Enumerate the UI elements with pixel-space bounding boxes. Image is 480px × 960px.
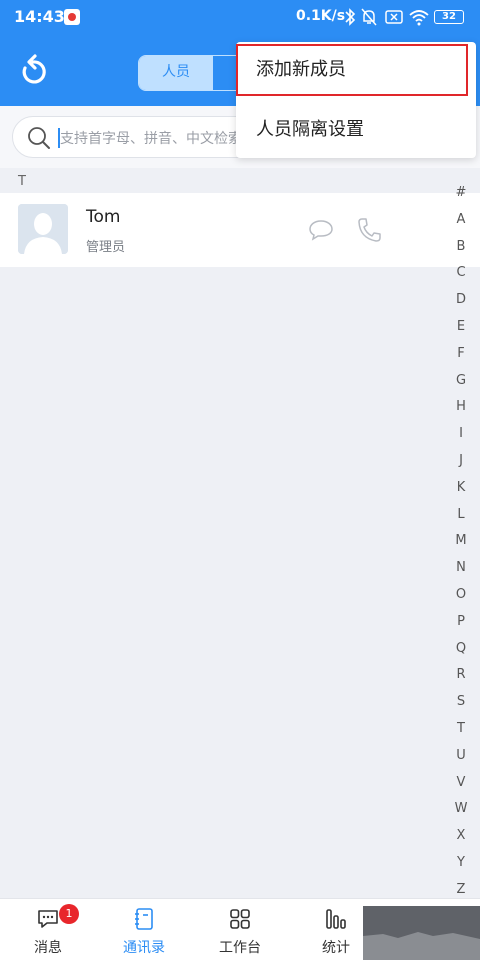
chat-bubble-icon[interactable] bbox=[308, 218, 334, 242]
grid-icon bbox=[230, 909, 250, 929]
index-letter[interactable]: W bbox=[448, 796, 474, 823]
index-letter[interactable]: J bbox=[448, 448, 474, 475]
index-letter[interactable]: G bbox=[448, 368, 474, 395]
contact-role: 管理员 bbox=[86, 240, 126, 255]
mute-bell-icon bbox=[361, 8, 377, 26]
view-segment-control: 人员 bbox=[138, 55, 248, 91]
nav-workbench[interactable]: 工作台 bbox=[195, 899, 285, 960]
user-placeholder-icon bbox=[18, 204, 68, 254]
index-letter[interactable]: H bbox=[448, 394, 474, 421]
phone-icon[interactable] bbox=[356, 216, 382, 244]
search-placeholder: 支持首字母、拼音、中文检索 bbox=[60, 131, 242, 147]
index-letter[interactable]: M bbox=[448, 528, 474, 555]
index-letter[interactable]: A bbox=[448, 207, 474, 234]
index-letter[interactable]: C bbox=[448, 260, 474, 287]
index-letter[interactable]: P bbox=[448, 609, 474, 636]
notification-app-icon bbox=[64, 9, 80, 25]
index-letter[interactable]: I bbox=[448, 421, 474, 448]
bar-chart-icon bbox=[326, 909, 346, 929]
unread-badge: 1 bbox=[59, 904, 79, 924]
nav-messages[interactable]: 1 消息 bbox=[3, 899, 93, 960]
status-bar: 14:43 0.1K/s 32 bbox=[0, 0, 480, 34]
index-letter[interactable]: U bbox=[448, 743, 474, 770]
status-time: 14:43 bbox=[14, 7, 65, 26]
index-letter[interactable]: # bbox=[448, 180, 474, 207]
bluetooth-icon bbox=[345, 8, 356, 26]
refresh-icon[interactable] bbox=[18, 54, 48, 88]
menu-item-isolation-settings[interactable]: 人员隔离设置 bbox=[236, 102, 476, 158]
index-letter[interactable]: E bbox=[448, 314, 474, 341]
index-letter[interactable]: V bbox=[448, 770, 474, 797]
contacts-book-icon bbox=[135, 908, 153, 930]
alphabet-index[interactable]: # A B C D E F G H I J K L M N O P Q R S T U V W X Y Z bbox=[448, 180, 474, 904]
floating-preview-thumbnail bbox=[363, 906, 480, 960]
network-speed: 0.1K/s bbox=[296, 8, 346, 24]
nav-contacts[interactable]: 通讯录 bbox=[99, 899, 189, 960]
wifi-icon bbox=[409, 10, 429, 26]
dropdown-menu: 添加新成员 人员隔离设置 bbox=[236, 42, 476, 158]
tab-personnel[interactable]: 人员 bbox=[139, 56, 213, 90]
battery-indicator: 32 bbox=[434, 10, 464, 24]
sim-off-icon bbox=[385, 10, 403, 24]
index-letter[interactable]: D bbox=[448, 287, 474, 314]
menu-item-add-member[interactable]: 添加新成员 bbox=[236, 44, 468, 96]
contact-name: Tom bbox=[86, 207, 121, 227]
index-letter[interactable]: K bbox=[448, 475, 474, 502]
message-icon bbox=[38, 910, 58, 928]
search-icon bbox=[28, 127, 50, 149]
index-letter[interactable]: O bbox=[448, 582, 474, 609]
nav-workbench-label: 工作台 bbox=[219, 940, 261, 956]
nav-contacts-label: 通讯录 bbox=[123, 940, 165, 956]
index-letter[interactable]: R bbox=[448, 662, 474, 689]
avatar bbox=[18, 204, 68, 254]
index-letter[interactable]: S bbox=[448, 689, 474, 716]
section-header-letter: T bbox=[18, 174, 26, 189]
index-letter[interactable]: F bbox=[448, 341, 474, 368]
nav-messages-label: 消息 bbox=[34, 940, 62, 956]
index-letter[interactable]: Y bbox=[448, 850, 474, 877]
index-letter[interactable]: N bbox=[448, 555, 474, 582]
contact-row[interactable]: Tom 管理员 bbox=[0, 193, 480, 267]
index-letter[interactable]: T bbox=[448, 716, 474, 743]
index-letter[interactable]: Q bbox=[448, 636, 474, 663]
index-letter[interactable]: L bbox=[448, 502, 474, 529]
index-letter[interactable]: B bbox=[448, 234, 474, 261]
preview-image bbox=[363, 906, 480, 960]
index-letter[interactable]: X bbox=[448, 823, 474, 850]
